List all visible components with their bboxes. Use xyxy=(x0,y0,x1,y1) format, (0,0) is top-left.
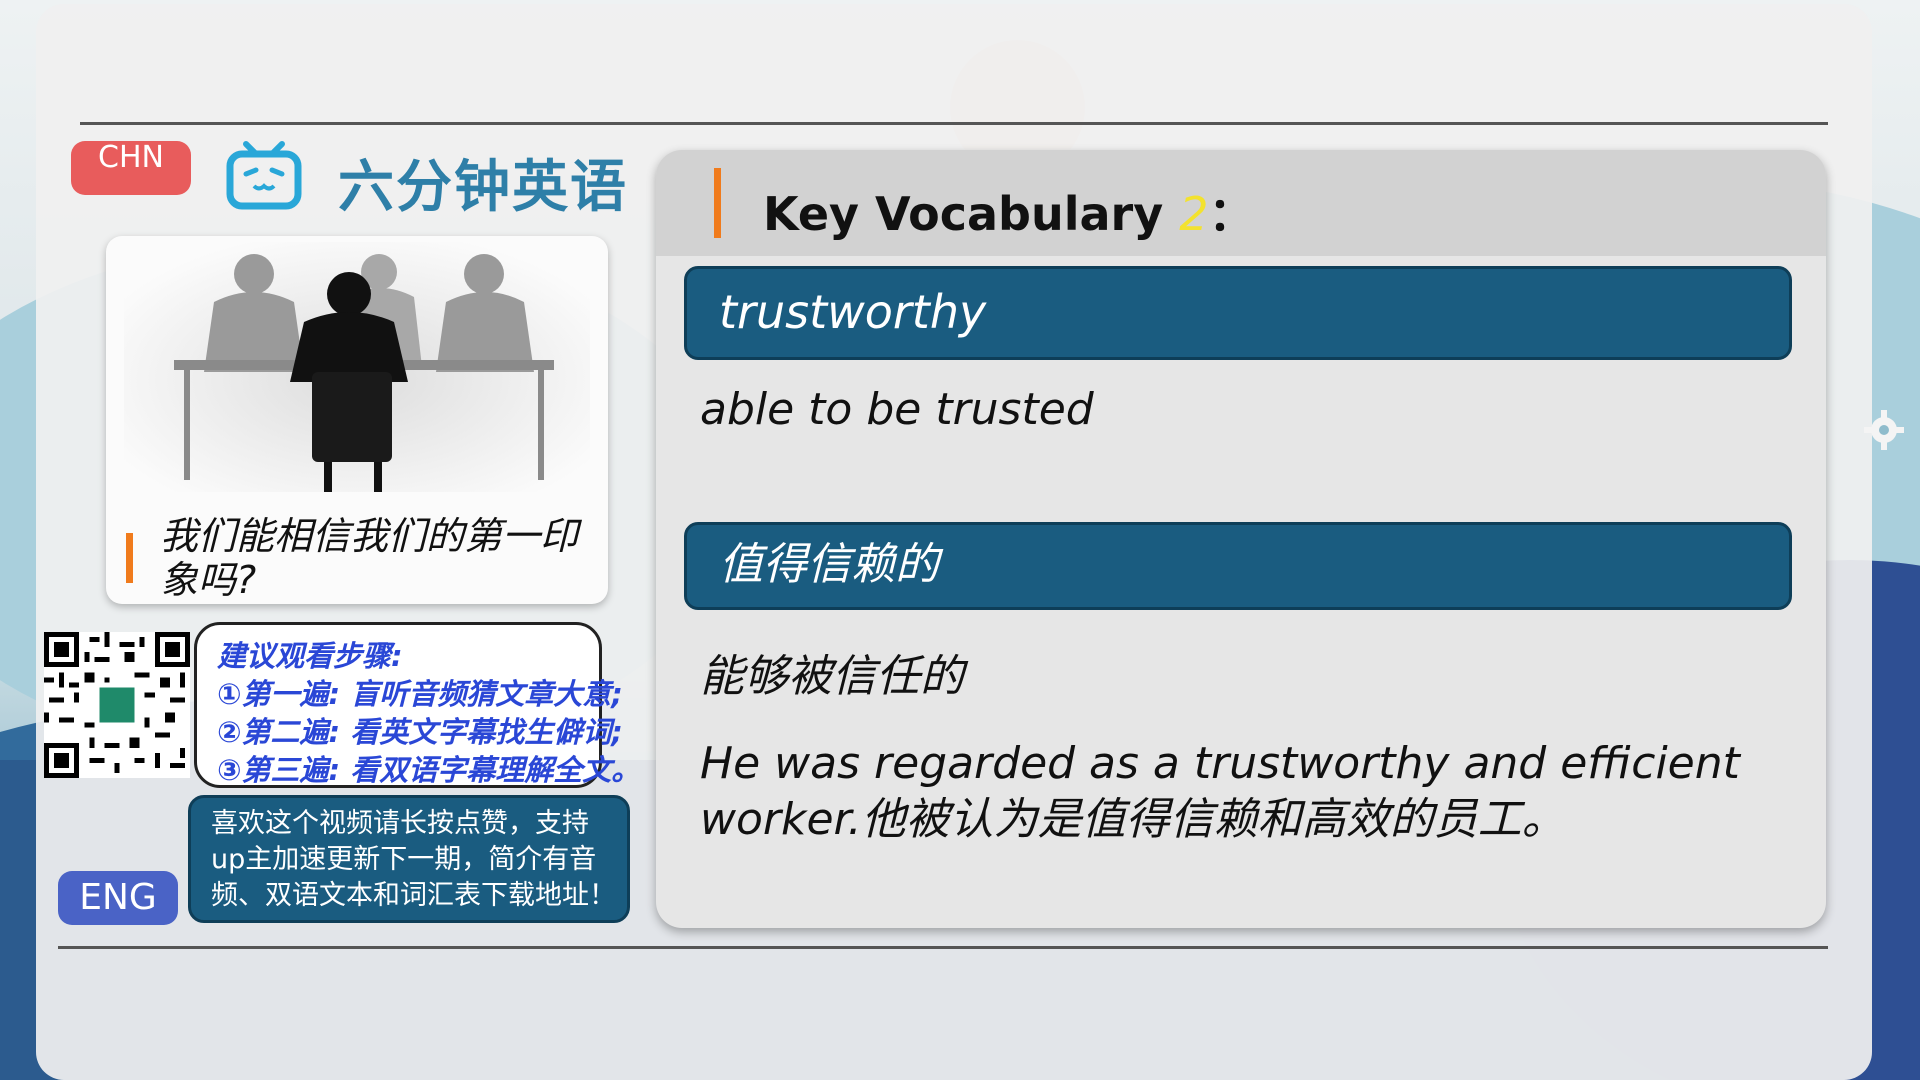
vocabulary-colon: ： xyxy=(1208,187,1255,241)
settings-gear-icon[interactable] xyxy=(1862,408,1906,452)
meeting-silhouette-image xyxy=(124,242,590,492)
promo-line-3: 频、双语文本和词汇表下载地址！ xyxy=(211,880,616,911)
chn-language-button[interactable]: CHN xyxy=(71,141,191,195)
promo-line-1: 喜欢这个视频请长按点赞，支持 xyxy=(211,808,589,839)
steps-title: 建议观看步骤: xyxy=(217,639,403,673)
step-2: ②第二遍: 看英文字幕找生僻词; xyxy=(217,715,623,749)
vocabulary-panel: Key Vocabulary 2： trustworthy able to be… xyxy=(656,150,1826,928)
step-1: ①第一遍: 盲听音频猜文章大意; xyxy=(217,677,623,711)
qr-code-image xyxy=(44,632,190,778)
bilibili-tv-icon xyxy=(226,141,302,210)
brand-title: 六分钟英语 xyxy=(338,155,628,220)
vocabulary-heading: Key Vocabulary xyxy=(763,187,1164,241)
vocab-translation-banner: 值得信赖的 xyxy=(684,522,1792,610)
vocab-example-sentence: He was regarded as a trustworthy and eff… xyxy=(700,738,1740,845)
viewing-steps-box: 建议观看步骤: ①第一遍: 盲听音频猜文章大意; ②第二遍: 看英文字幕找生僻词… xyxy=(194,622,640,788)
promo-box: 喜欢这个视频请长按点赞，支持 up主加速更新下一期，简介有音 频、双语文本和词汇… xyxy=(188,795,630,923)
top-divider xyxy=(80,122,1828,125)
vocab-word-banner: trustworthy xyxy=(684,266,1792,360)
episode-thumbnail-card[interactable]: 我们能相信我们的第一印象吗? xyxy=(106,236,608,604)
bottom-divider xyxy=(58,946,1828,949)
header-accent-bar xyxy=(714,168,721,238)
vocab-translation-definition: 能够被信任的 xyxy=(700,651,964,702)
eng-language-button[interactable]: ENG xyxy=(58,871,178,925)
vocabulary-title: Key Vocabulary 2： xyxy=(763,178,1254,244)
step-3: ③第三遍: 看双语字幕理解全文。 xyxy=(217,753,641,787)
caption-accent-bar xyxy=(126,533,133,583)
vocabulary-header: Key Vocabulary 2： xyxy=(656,150,1826,256)
vocabulary-number: 2 xyxy=(1179,187,1209,241)
promo-line-2: up主加速更新下一期，简介有音 xyxy=(211,844,597,875)
episode-caption: 我们能相信我们的第一印象吗? xyxy=(160,514,579,602)
vocab-definition: able to be trusted xyxy=(700,384,1094,435)
